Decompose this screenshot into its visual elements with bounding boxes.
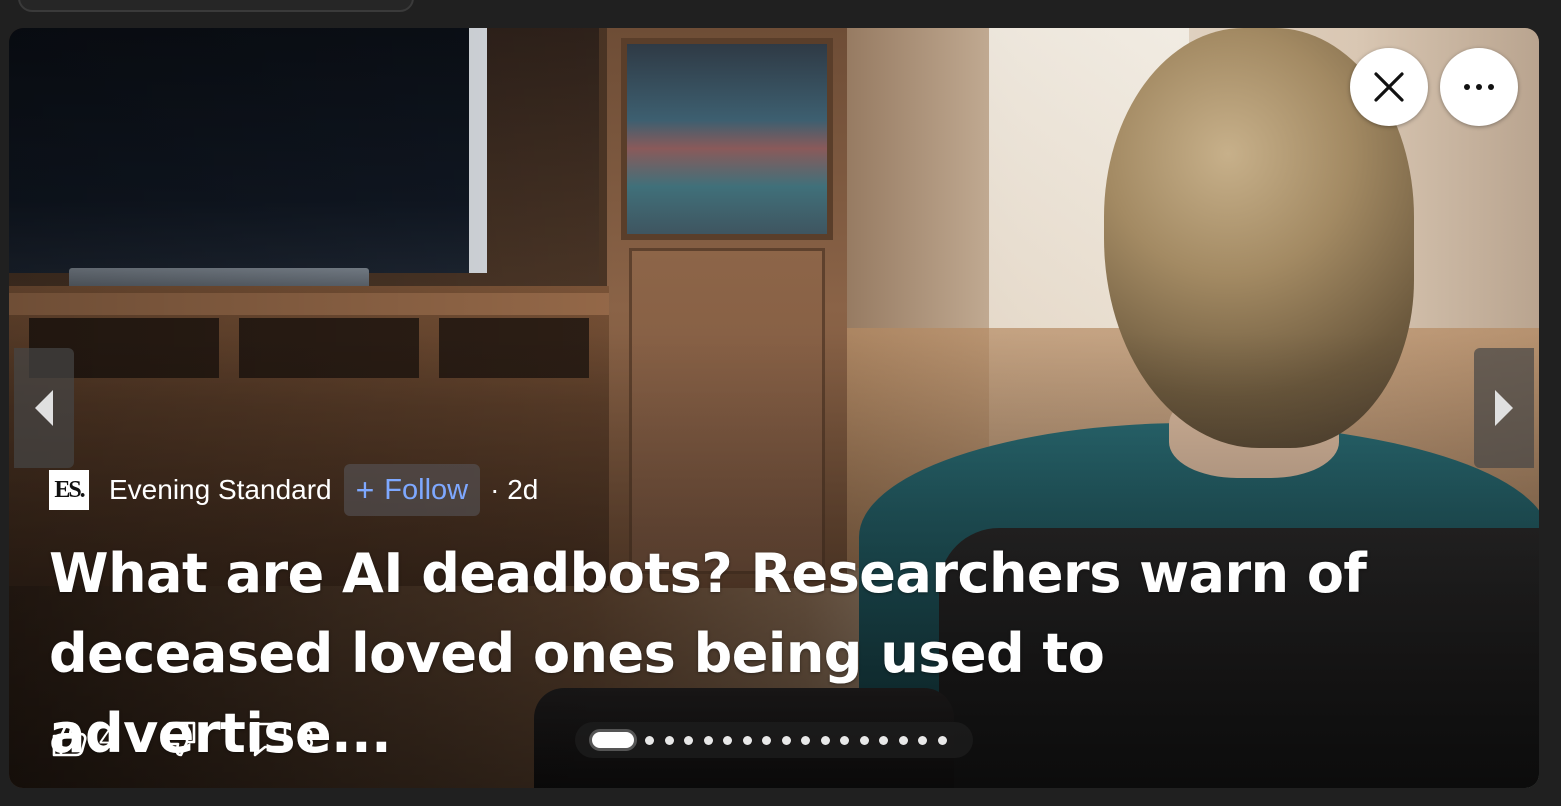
- pager-dot[interactable]: [820, 735, 830, 745]
- engagement-bar: 4 3: [49, 716, 314, 762]
- pager-dot[interactable]: [937, 735, 947, 745]
- dislike-button[interactable]: [159, 719, 199, 759]
- chevron-right-icon: [1495, 390, 1513, 426]
- thumbs-up-icon: [52, 721, 87, 757]
- comment-icon: [249, 722, 286, 757]
- top-tab-outline: [18, 0, 414, 12]
- comment-count: 3: [298, 723, 315, 754]
- plus-icon: +: [355, 472, 375, 508]
- more-options-button[interactable]: [1440, 48, 1518, 126]
- pager-dot[interactable]: [879, 735, 888, 745]
- close-button[interactable]: [1350, 48, 1428, 126]
- pager-dot[interactable]: [801, 735, 810, 745]
- source-logo[interactable]: ES.: [49, 470, 89, 510]
- comment-button[interactable]: 3: [247, 719, 315, 759]
- like-button[interactable]: 4: [49, 719, 115, 759]
- pager-dot[interactable]: [742, 735, 752, 745]
- close-icon: [1374, 72, 1404, 102]
- pager-dot-active[interactable]: [589, 729, 637, 751]
- pager-dot[interactable]: [840, 735, 849, 745]
- like-count: 4: [99, 723, 115, 754]
- next-slide-button[interactable]: [1474, 348, 1534, 468]
- pager-dot[interactable]: [703, 735, 713, 745]
- news-card[interactable]: ES. Evening Standard + Follow · 2d What …: [9, 28, 1539, 788]
- chevron-left-icon: [35, 390, 53, 426]
- pager-dot[interactable]: [723, 735, 732, 745]
- pager-dot[interactable]: [684, 735, 693, 745]
- pager-dot[interactable]: [645, 735, 654, 745]
- follow-button[interactable]: + Follow: [343, 464, 481, 516]
- source-logo-text: ES.: [54, 476, 85, 503]
- slide-pager: [575, 722, 973, 758]
- more-horizontal-icon: [1464, 84, 1494, 90]
- article-meta: ES. Evening Standard + Follow · 2d: [49, 464, 538, 516]
- pager-dot[interactable]: [664, 735, 674, 745]
- thumbs-down-icon: [161, 721, 195, 757]
- previous-slide-button[interactable]: [14, 348, 74, 468]
- follow-label: Follow: [384, 473, 469, 506]
- pager-dot[interactable]: [781, 735, 791, 745]
- pager-dot[interactable]: [762, 735, 771, 745]
- source-name[interactable]: Evening Standard: [109, 474, 332, 506]
- pager-dot[interactable]: [918, 735, 927, 745]
- pager-dot[interactable]: [859, 735, 869, 745]
- pager-dot[interactable]: [898, 735, 908, 745]
- article-age: · 2d: [490, 474, 539, 505]
